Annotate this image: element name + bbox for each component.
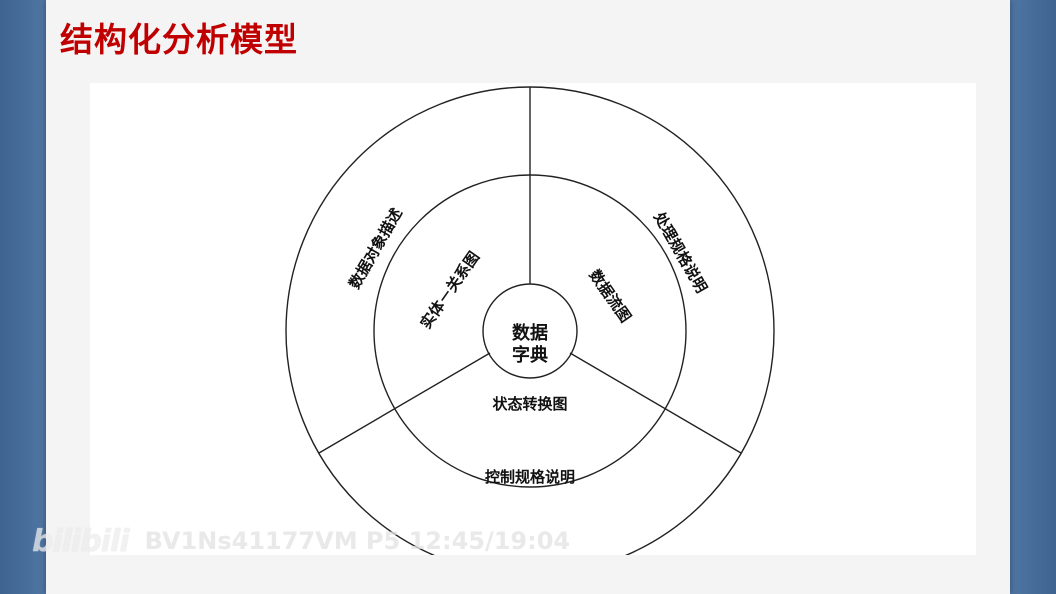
diagram-figure: 数据 字典 实体－关系图 数据流图 状态转换图 数据对象描述 处理规格说明 控制… (90, 83, 976, 555)
middle-label-data-flow: 数据流图 (586, 266, 635, 325)
divider-line-lower-left (318, 352, 491, 454)
video-id-timestamp: BV1Ns41177VM P5 12:45/19:04 (144, 527, 571, 555)
middle-label-state-transition: 状态转换图 (492, 395, 567, 413)
middle-label-entity-relationship: 实体－关系图 (417, 248, 483, 332)
video-watermark: bilibili BV1Ns41177VM P5 12:45/19:04 (32, 515, 570, 567)
slide-title: 结构化分析模型 (60, 20, 298, 59)
outer-label-process-spec: 处理规格说明 (650, 208, 711, 296)
outer-label-control-spec: 控制规格说明 (485, 468, 575, 486)
left-background-panel (0, 0, 46, 594)
right-background-panel (1010, 0, 1056, 594)
center-label-line1: 数据 (512, 322, 548, 344)
structured-analysis-diagram: 数据 字典 实体－关系图 数据流图 状态转换图 数据对象描述 处理规格说明 控制… (285, 86, 775, 555)
bilibili-logo: bilibili (32, 523, 130, 559)
divider-line-lower-right (569, 352, 742, 454)
presentation-slide: 结构化分析模型 数据 字典 实体－关系图 数据流图 状态转换图 数据对象描述 处… (46, 0, 1010, 594)
center-label-line2: 字典 (512, 344, 548, 366)
